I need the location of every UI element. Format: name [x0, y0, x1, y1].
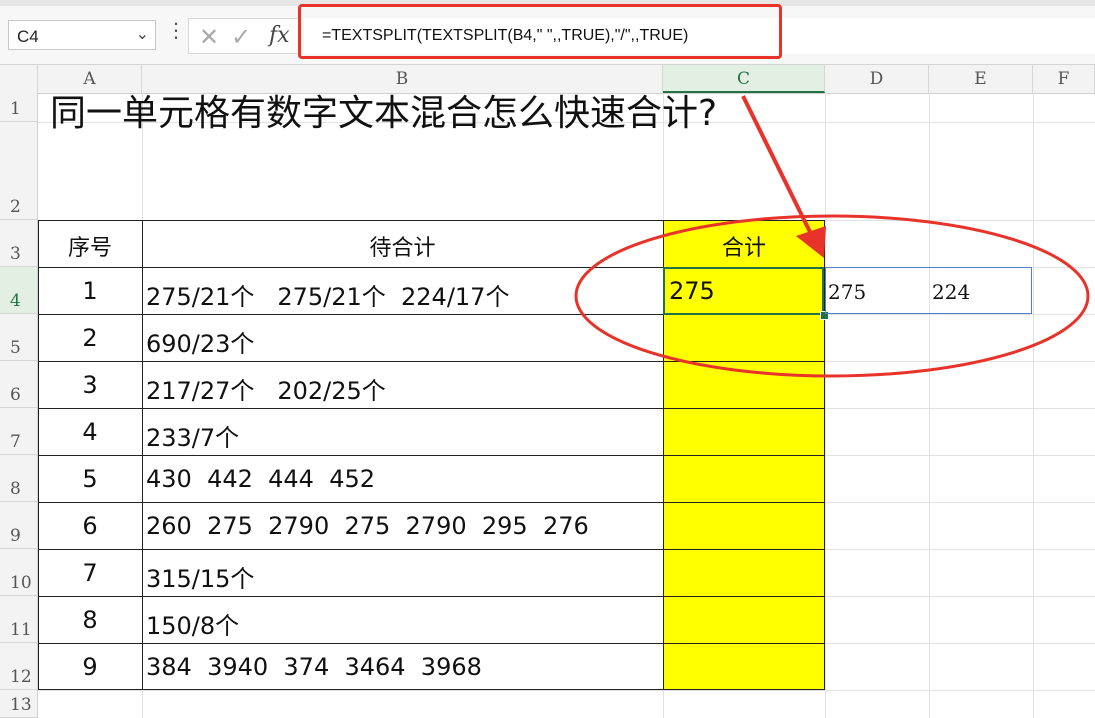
row-header-9[interactable]: 9 [0, 502, 38, 549]
row-header-8[interactable]: 8 [0, 455, 38, 502]
table-border [38, 408, 825, 409]
formula-buttons: ✕ ✓ fx [188, 18, 300, 54]
spill-cell-e4[interactable]: 224 [932, 280, 970, 304]
more-options-icon[interactable]: ⋮ [166, 20, 186, 40]
name-box[interactable]: C4 ⌄ [8, 20, 156, 50]
row-header-2[interactable]: 2 [0, 122, 38, 220]
name-box-value: C4 [17, 27, 39, 46]
column-header-e[interactable]: E [929, 65, 1033, 93]
index-cell[interactable]: 2 [38, 324, 142, 352]
row-header-7[interactable]: 7 [0, 408, 38, 455]
row-header-1[interactable]: 1 [0, 93, 38, 122]
table-border [38, 220, 825, 221]
column-header-f[interactable]: F [1033, 65, 1095, 93]
index-cell[interactable]: 6 [38, 512, 142, 540]
row-header-5[interactable]: 5 [0, 314, 38, 361]
index-cell[interactable]: 1 [38, 277, 142, 305]
column-header-d[interactable]: D [825, 65, 929, 93]
index-cell[interactable]: 7 [38, 559, 142, 587]
index-cell[interactable]: 8 [38, 606, 142, 634]
pending-cell[interactable]: 150/8个 [146, 606, 239, 641]
row-header-10[interactable]: 10 [0, 549, 38, 596]
header-index[interactable]: 序号 [38, 230, 142, 262]
table-border [38, 549, 825, 550]
active-cell-selection[interactable] [663, 267, 824, 315]
pending-cell[interactable]: 690/23个 [146, 324, 254, 359]
gridline [38, 690, 1095, 691]
index-cell[interactable]: 9 [38, 653, 142, 681]
spill-cell-d4[interactable]: 275 [828, 280, 866, 304]
check-icon[interactable]: ✓ [231, 23, 251, 51]
table-border [142, 220, 143, 690]
sheet-title: 同一单元格有数字文本混合怎么快速合计? [50, 93, 718, 134]
row-header-6[interactable]: 6 [0, 361, 38, 408]
row-header-4[interactable]: 4 [0, 267, 38, 314]
table-border [38, 361, 825, 362]
cancel-icon[interactable]: ✕ [199, 23, 219, 51]
select-all-corner[interactable] [0, 65, 38, 93]
gridline [825, 93, 826, 718]
index-cell[interactable]: 3 [38, 371, 142, 399]
chevron-down-icon[interactable]: ⌄ [136, 24, 149, 43]
gridline [929, 93, 930, 718]
index-cell[interactable]: 4 [38, 418, 142, 446]
table-border [38, 643, 825, 644]
row-header-11[interactable]: 11 [0, 596, 38, 643]
table-border [38, 502, 825, 503]
pending-cell[interactable]: 275/21个 275/21个 224/17个 [146, 277, 509, 312]
table-border [38, 689, 825, 690]
table-border [38, 596, 825, 597]
row-header-12[interactable]: 12 [0, 643, 38, 690]
table-border [38, 455, 825, 456]
index-cell[interactable]: 5 [38, 465, 142, 493]
row-header-3[interactable]: 3 [0, 220, 38, 267]
pending-cell[interactable]: 217/27个 202/25个 [146, 371, 386, 406]
pending-cell[interactable]: 260 275 2790 275 2790 295 276 [146, 512, 589, 540]
pending-cell[interactable]: 384 3940 374 3464 3968 [146, 653, 482, 681]
header-pending[interactable]: 待合计 [142, 230, 663, 262]
pending-cell[interactable]: 315/15个 [146, 559, 254, 594]
row-header-13[interactable]: 13 [0, 690, 38, 718]
insert-function-icon[interactable]: fx [269, 23, 290, 48]
pending-cell[interactable]: 430 442 444 452 [146, 465, 375, 493]
header-total[interactable]: 合计 [663, 230, 825, 262]
formula-annotation-box [298, 4, 782, 59]
pending-cell[interactable]: 233/7个 [146, 418, 239, 453]
gridline [1033, 93, 1034, 718]
